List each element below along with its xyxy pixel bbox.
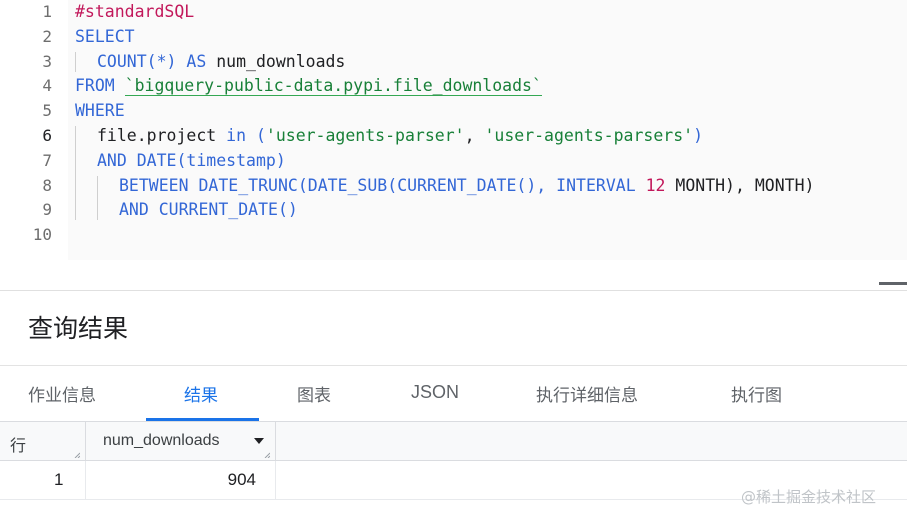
indent-guide	[97, 176, 98, 220]
identifier-token: (timestamp)	[176, 150, 286, 170]
tab-json[interactable]: JSON	[411, 382, 459, 403]
keyword-token: DATE_TRUNC	[198, 175, 298, 195]
keyword-token: INTERVAL	[556, 175, 636, 195]
results-table-header: 行 num_downloads	[0, 422, 907, 461]
query-results-title: 查询结果	[28, 314, 129, 343]
code-token: (	[387, 175, 398, 195]
string-token: 'user-agents-parsers'	[484, 126, 694, 145]
code-line: file.project in ('user-agents-parser', '…	[97, 124, 703, 149]
keyword-token: COUNT	[97, 51, 147, 71]
editor-divider	[0, 290, 907, 291]
code-token: ,	[464, 126, 485, 145]
keyword-token: DATE_SUB	[307, 175, 388, 195]
indent-guide	[75, 52, 76, 72]
comment-token: #standardSQL	[75, 2, 195, 21]
column-separator	[275, 422, 276, 460]
line-number: 7	[42, 150, 52, 170]
tab-chart[interactable]: 图表	[297, 381, 331, 406]
row-number-cell: 1	[54, 470, 64, 489]
number-token: 12	[645, 175, 666, 195]
code-line: COUNT(*) AS num_downloads	[97, 50, 345, 75]
keyword-token: SELECT	[75, 26, 135, 46]
keyword-token: BETWEEN	[119, 175, 189, 195]
keyword-token: DATE	[136, 150, 177, 170]
panel-resize-handle[interactable]	[879, 282, 907, 285]
tab-execution-details[interactable]: 执行详细信息	[536, 381, 638, 406]
table-reference-token[interactable]: `bigquery-public-data.pypi.file_download…	[124, 76, 542, 97]
code-token: )	[693, 126, 704, 145]
tab-execution-graph[interactable]: 执行图	[731, 381, 782, 406]
code-token: (),	[516, 175, 557, 195]
keyword-token: in	[226, 126, 247, 145]
code-token: ()	[277, 200, 298, 220]
code-token: (	[297, 175, 308, 195]
line-number: 10	[32, 225, 52, 245]
keyword-token: AS	[186, 51, 207, 71]
tab-results[interactable]: 结果	[184, 381, 218, 406]
keyword-token: WHERE	[75, 101, 125, 121]
code-line: WHERE	[75, 99, 125, 124]
column-resize-icon[interactable]	[264, 452, 270, 458]
keyword-token: CURRENT_DATE	[397, 175, 517, 195]
watermark: @稀土掘金技术社区	[741, 488, 877, 506]
code-line: AND DATE(timestamp)	[97, 149, 286, 174]
line-number: 8	[42, 175, 52, 195]
code-token: (	[246, 126, 266, 145]
column-header-row: 行	[10, 436, 27, 455]
code-line: FROM `bigquery-public-data.pypi.file_dow…	[75, 74, 542, 99]
line-number: 1	[42, 2, 52, 21]
sql-editor[interactable]: 1 2 3 4 5 6 7 8 9 10 #standardSQL SELECT…	[0, 0, 907, 260]
keyword-token: AND	[97, 150, 127, 170]
column-resize-icon[interactable]	[74, 452, 80, 458]
code-line: SELECT	[75, 25, 135, 50]
keyword-token: CURRENT_DATE	[158, 200, 278, 220]
code-token: MONTH), MONTH)	[665, 175, 815, 195]
column-separator	[275, 461, 276, 499]
line-number: 2	[42, 26, 52, 46]
code-line: AND CURRENT_DATE()	[119, 198, 298, 223]
identifier-token: file.project	[97, 126, 227, 145]
code-line: #standardSQL	[75, 0, 194, 25]
line-number: 9	[42, 200, 52, 220]
line-number: 4	[42, 76, 52, 96]
string-token: 'user-agents-parser'	[265, 126, 465, 145]
sort-dropdown-icon[interactable]	[254, 438, 264, 444]
identifier-token: num_downloads	[206, 51, 346, 71]
keyword-token: AND	[119, 200, 149, 220]
tab-job-info[interactable]: 作业信息	[28, 381, 96, 406]
code-line: BETWEEN DATE_TRUNC(DATE_SUB(CURRENT_DATE…	[119, 174, 814, 199]
line-number: 3	[42, 51, 52, 71]
column-separator	[85, 422, 86, 460]
keyword-token: FROM	[75, 76, 115, 96]
line-number: 5	[42, 101, 52, 121]
code-token: (*)	[146, 51, 187, 71]
column-header-num-downloads[interactable]: num_downloads	[103, 432, 220, 450]
line-number-active: 6	[42, 126, 52, 145]
indent-guide	[75, 126, 76, 220]
tabs-divider	[0, 365, 907, 366]
num-downloads-cell[interactable]: 904	[85, 470, 256, 490]
